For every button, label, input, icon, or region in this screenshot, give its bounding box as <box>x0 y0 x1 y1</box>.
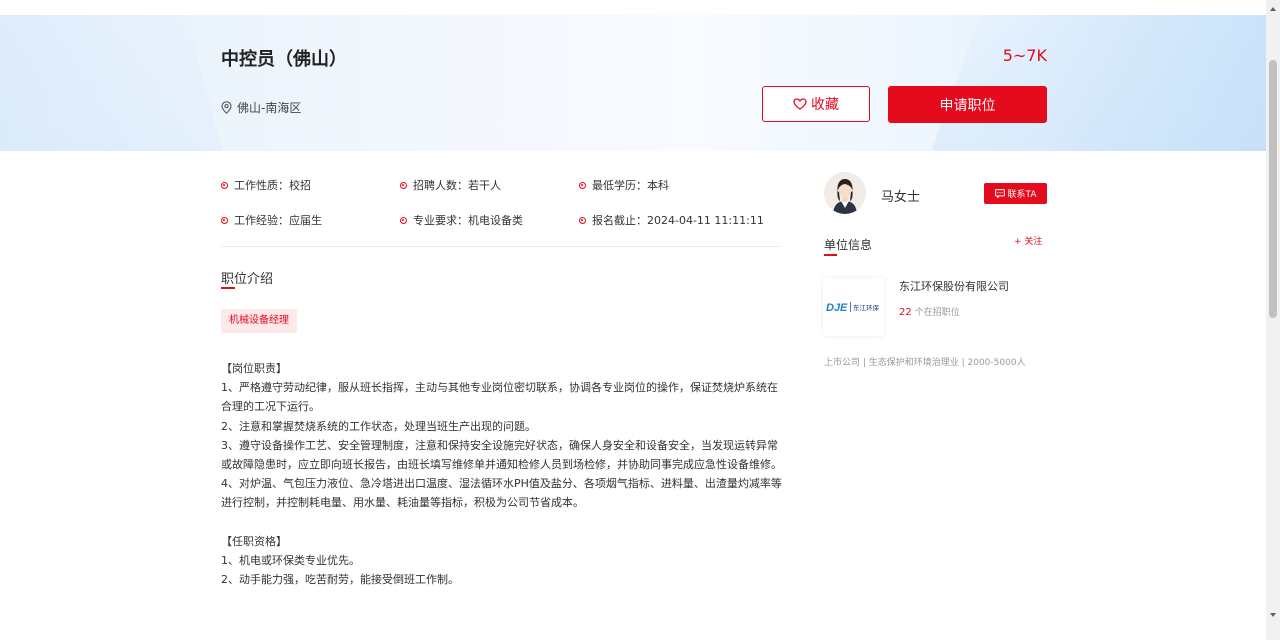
scroll-up-arrow-icon[interactable] <box>1266 0 1280 17</box>
desc-blank-line <box>221 513 783 532</box>
job-title: 中控员（佛山） <box>221 49 347 70</box>
open-jobs-number: 22 <box>899 307 912 318</box>
company-logo-image: DJE 东江环保 <box>826 302 880 314</box>
company-meta: 上市公司 | 生态保护和环境治理业 | 2000-5000人 <box>824 358 1026 368</box>
scroll-down-arrow-icon[interactable] <box>1266 606 1280 623</box>
bullet-icon <box>400 216 407 224</box>
apply-button[interactable]: 申请职位 <box>888 86 1047 123</box>
top-strip <box>0 0 1266 15</box>
desc-line: 2、动手能力强，吃苦耐劳，能接受倒班工作制。 <box>221 573 459 587</box>
company-name[interactable]: 东江环保股份有限公司 <box>899 278 1009 294</box>
favorite-label: 收藏 <box>811 97 839 113</box>
divider <box>221 246 780 247</box>
salary: 5~7K <box>1002 46 1047 65</box>
recruiter-name: 马女士 <box>881 190 921 205</box>
heart-icon <box>793 98 807 110</box>
desc-line: 3、遵守设备操作工艺、安全管理制度，注意和保持安全设施完好状态，确保人身安全和设… <box>221 438 782 472</box>
svg-text:DJE: DJE <box>826 302 848 314</box>
attr-job-type: 工作性质： 校招 <box>221 177 311 193</box>
location-text: 佛山-南海区 <box>237 101 302 115</box>
follow-button[interactable]: + 关注 <box>1014 234 1042 247</box>
job-tag: 机械设备经理 <box>221 309 297 333</box>
attr-major: 专业要求： 机电设备类 <box>400 212 523 228</box>
location: 佛山-南海区 <box>221 99 301 116</box>
svg-text:东江环保: 东江环保 <box>853 303 880 312</box>
desc-line: 1、机电或环保类专业优先。 <box>221 554 360 568</box>
desc-line: 1、严格遵守劳动纪律，服从班长指挥，主动与其他专业岗位密切联系，协调各专业岗位的… <box>221 381 778 414</box>
contact-button-label: 联系TA <box>1007 190 1037 200</box>
bullet-icon <box>579 216 586 224</box>
location-pin-icon <box>221 101 232 114</box>
chat-icon <box>994 189 1005 198</box>
section-title-job-intro: 职位介绍 <box>221 272 274 287</box>
attr-headcount: 招聘人数： 若干人 <box>400 177 501 193</box>
desc-line: 4、对炉温、气包压力液位、急冷塔进出口温度、湿法循环水PH值及盐分、各项烟气指标… <box>221 477 782 510</box>
bullet-icon <box>221 181 228 189</box>
desc-line: 【岗位职责】 <box>221 362 287 375</box>
desc-line: 2、注意和掌握焚烧系统的工作状态，处理当班生产出现的问题。 <box>221 419 536 433</box>
attr-experience: 工作经验： 应届生 <box>221 212 322 228</box>
bullet-icon <box>400 181 407 189</box>
contact-button[interactable]: 联系TA <box>984 183 1047 204</box>
job-description: 【岗位职责】 1、严格遵守劳动纪律，服从班长指挥，主动与其他专业岗位密切联系，协… <box>221 359 783 589</box>
unit-info-underline <box>824 254 837 256</box>
desc-line: 【任职资格】 <box>221 534 287 548</box>
avatar <box>824 172 866 214</box>
job-header-banner: 中控员（佛山） 5~7K 佛山-南海区 收藏 申请职位 <box>0 15 1266 151</box>
favorite-button[interactable]: 收藏 <box>762 86 870 122</box>
open-jobs-suffix: 个在招职位 <box>914 308 960 318</box>
unit-info-title: 单位信息 <box>824 238 873 252</box>
section-underline <box>221 287 235 289</box>
attr-deadline: 报名截止： 2024-04-11 11:11:11 <box>579 212 764 228</box>
recruiter-avatar-icon <box>824 172 866 214</box>
bullet-icon <box>579 181 586 189</box>
attr-education: 最低学历： 本科 <box>579 177 669 193</box>
open-jobs-count: 22 个在招职位 <box>899 305 960 318</box>
scrollbar-thumb[interactable] <box>1269 60 1277 318</box>
bullet-icon <box>221 216 228 224</box>
company-logo[interactable]: DJE 东江环保 <box>823 278 884 336</box>
